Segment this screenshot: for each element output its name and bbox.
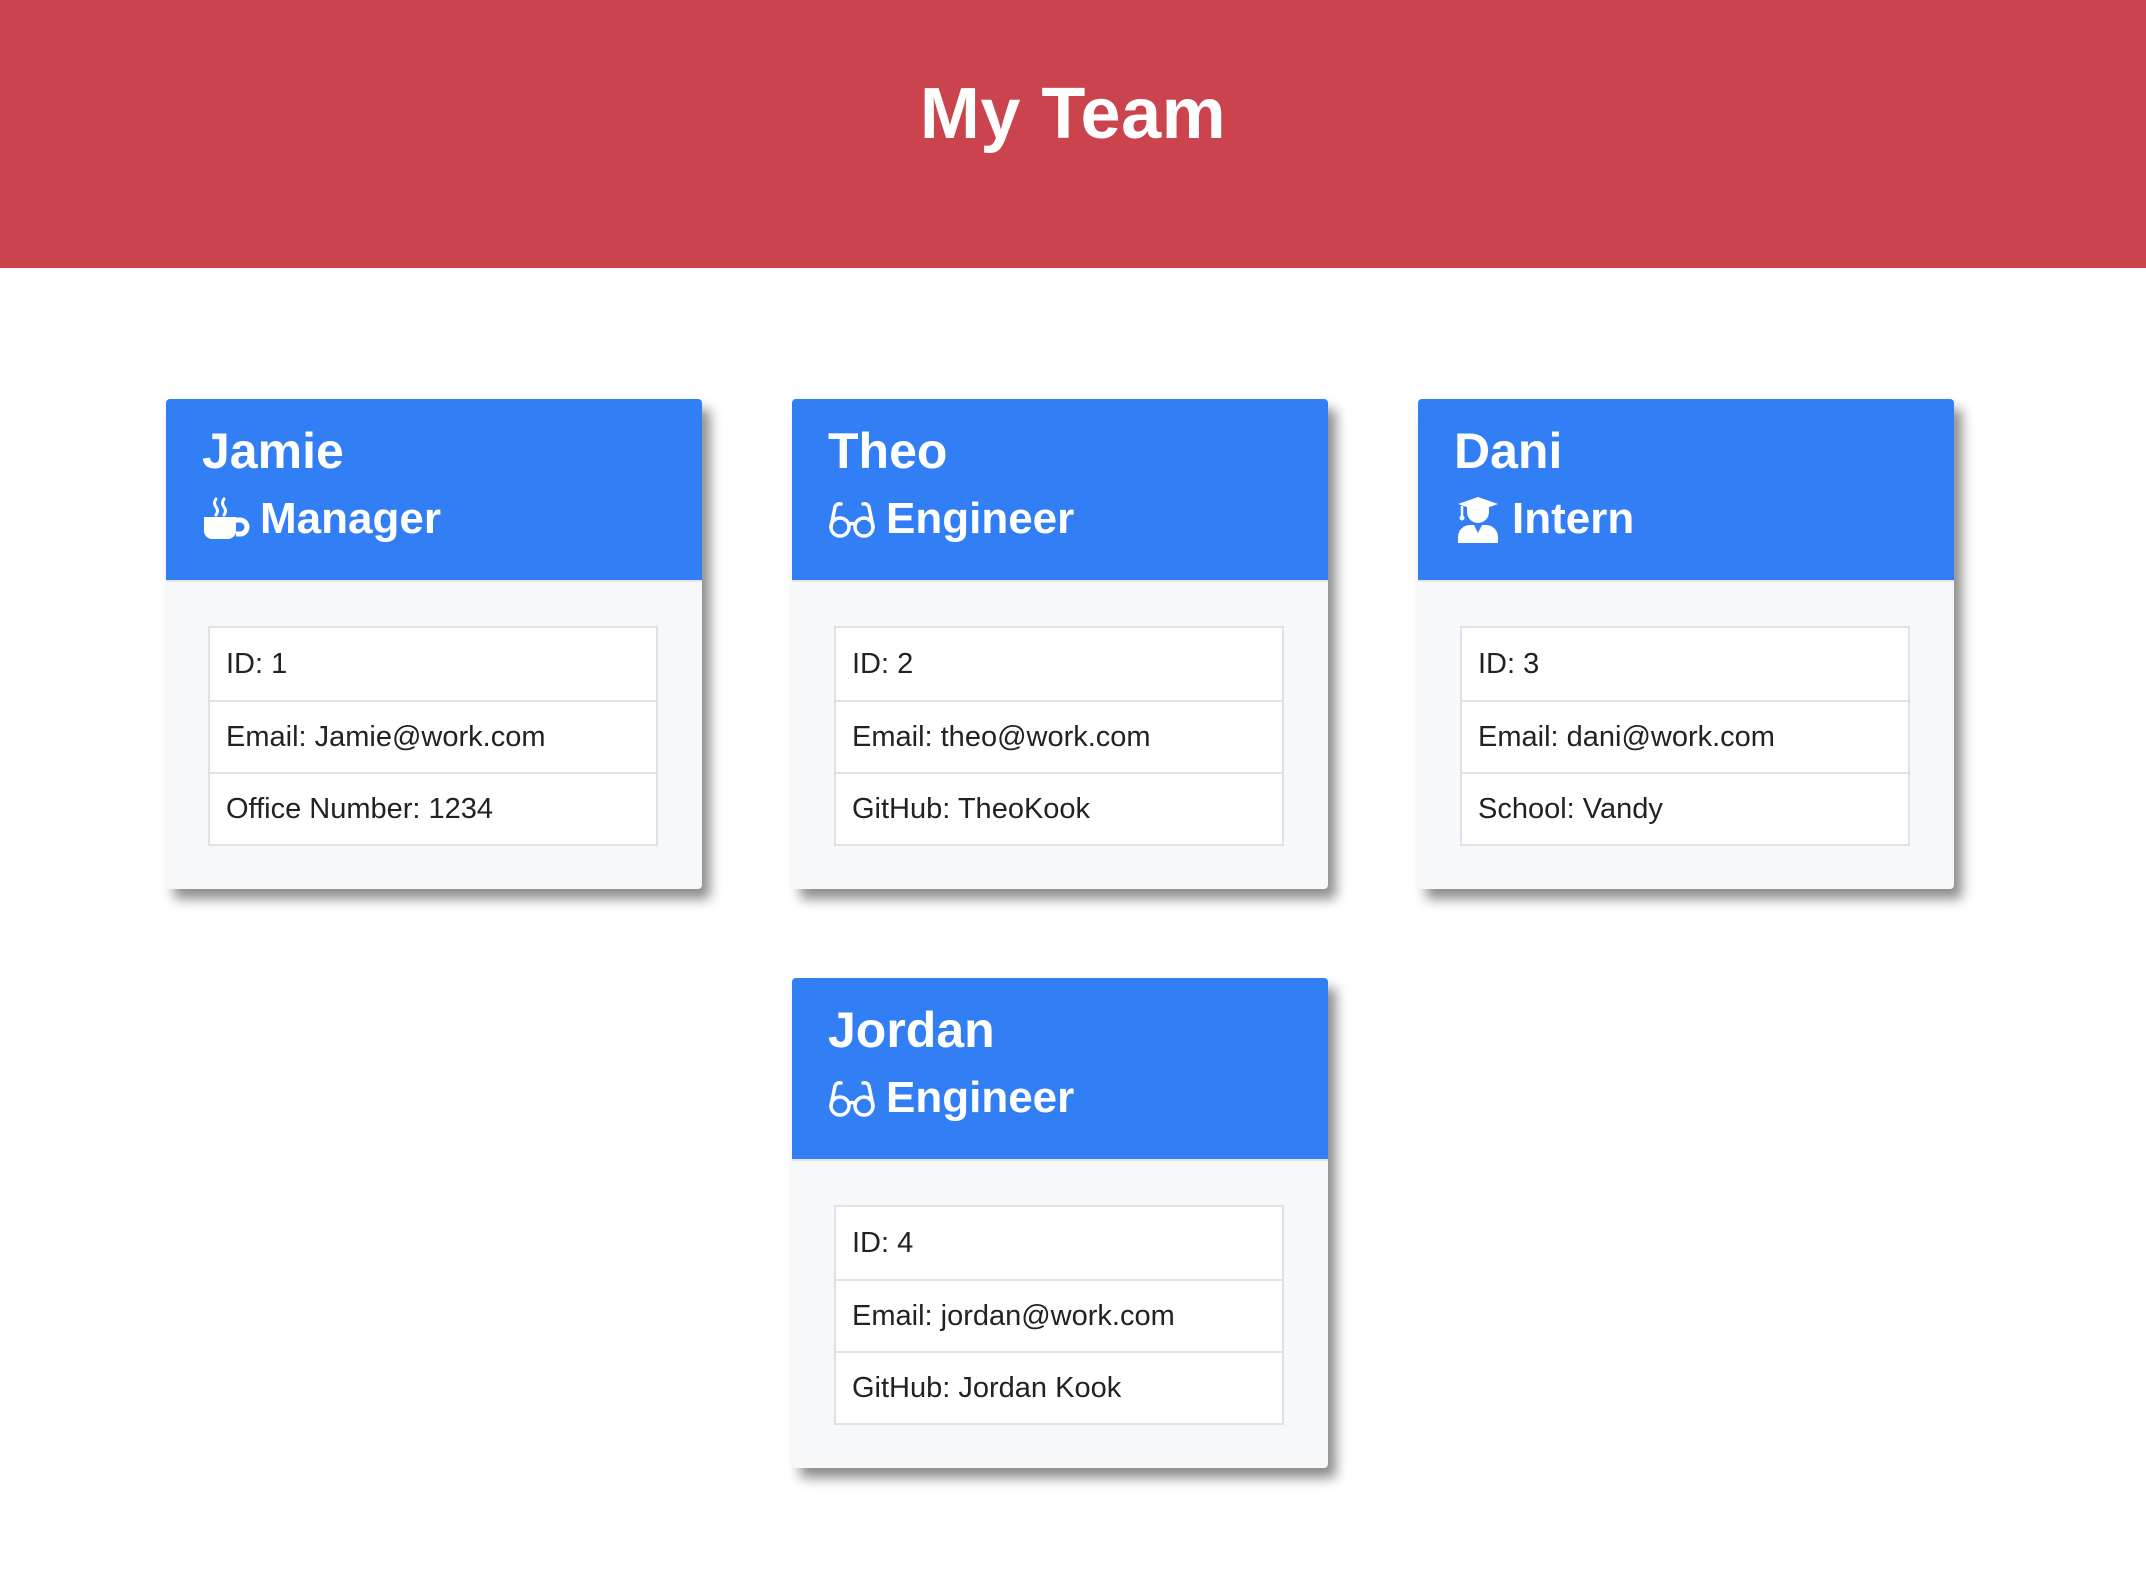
employee-card-jordan: Jordan Engineer ID: 4 Email: jordan@work… — [792, 978, 1328, 1468]
employee-card-dani: Dani Intern ID: 3 Email: dani@work.com S… — [1418, 399, 1954, 889]
employee-card-jamie: Jamie Manager ID: 1 Email: Jamie@work.co… — [166, 399, 702, 889]
employee-name: Jordan — [828, 1002, 995, 1058]
employee-role: Engineer — [828, 491, 1292, 547]
role-label: Manager — [260, 494, 441, 543]
role-label: Intern — [1512, 494, 1635, 543]
employee-card-theo: Theo Engineer ID: 2 Email: theo@work.com… — [792, 399, 1328, 889]
detail-github: GitHub: TheoKook — [836, 772, 1282, 844]
detail-id: ID: 2 — [852, 647, 914, 680]
coffee-mug-icon — [202, 495, 250, 543]
detail-email: Email: theo@work.com — [836, 700, 1282, 772]
detail-email: Email: Jamie@work.com — [210, 700, 656, 772]
employee-role: Intern — [1454, 491, 1918, 547]
employee-name: Theo — [828, 423, 948, 479]
detail-email: Email: dani@work.com — [1462, 700, 1908, 772]
detail-school: School: Vandy — [1462, 772, 1908, 844]
detail-id: ID: 1 — [226, 647, 288, 680]
glasses-icon — [828, 495, 876, 543]
header-banner: My Team — [0, 0, 2146, 268]
card-header: Jordan Engineer — [792, 978, 1328, 1161]
detail-github: GitHub: Jordan Kook — [836, 1351, 1282, 1423]
card-header: Dani Intern — [1418, 399, 1954, 582]
detail-id: ID: 3 — [1478, 647, 1540, 680]
detail-id: ID: 4 — [852, 1226, 914, 1259]
role-label: Engineer — [886, 1073, 1075, 1122]
graduate-icon — [1454, 495, 1502, 543]
card-header: Jamie Manager — [166, 399, 702, 582]
detail-list: ID: 2 Email: theo@work.com GitHub: TheoK… — [834, 626, 1284, 846]
detail-list: ID: 3 Email: dani@work.com School: Vandy — [1460, 626, 1910, 846]
card-header: Theo Engineer — [792, 399, 1328, 582]
role-label: Engineer — [886, 494, 1075, 543]
employee-role: Manager — [202, 491, 666, 547]
employee-name: Jamie — [202, 423, 344, 479]
glasses-icon — [828, 1074, 876, 1122]
employee-role: Engineer — [828, 1070, 1292, 1126]
employee-name: Dani — [1454, 423, 1563, 479]
detail-email: Email: jordan@work.com — [836, 1279, 1282, 1351]
detail-list: ID: 4 Email: jordan@work.com GitHub: Jor… — [834, 1205, 1284, 1425]
detail-office-number: Office Number: 1234 — [210, 772, 656, 844]
page-title: My Team — [919, 74, 1227, 154]
detail-list: ID: 1 Email: Jamie@work.com Office Numbe… — [208, 626, 658, 846]
